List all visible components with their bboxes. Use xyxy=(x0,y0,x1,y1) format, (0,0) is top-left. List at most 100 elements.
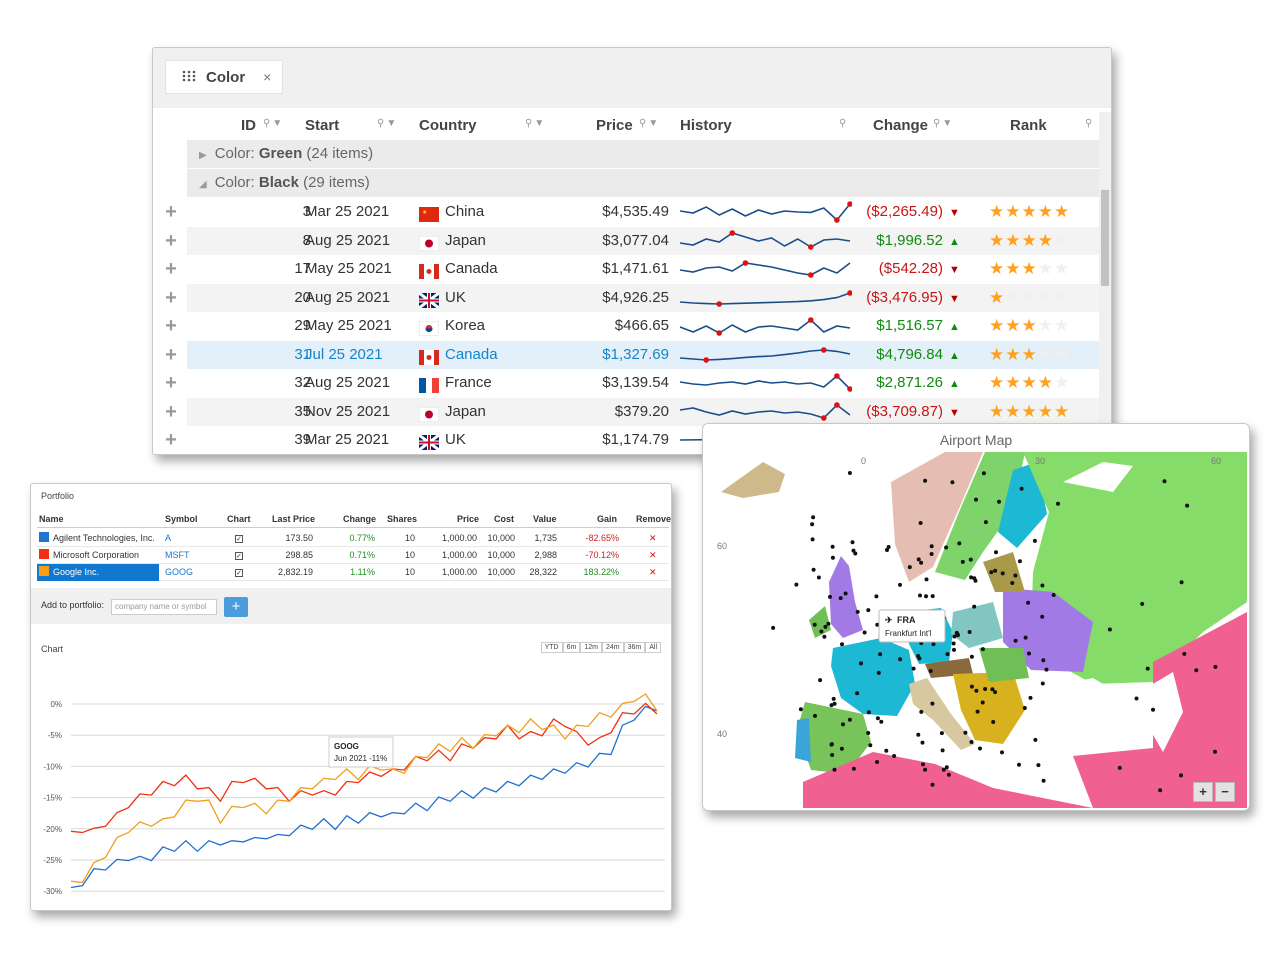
airport-dot[interactable] xyxy=(945,652,950,657)
airport-dot[interactable] xyxy=(916,732,921,737)
header-shares[interactable]: Shares xyxy=(387,514,417,524)
airport-dot[interactable] xyxy=(1040,614,1045,619)
airport-dot[interactable] xyxy=(1017,762,1021,767)
airport-dot[interactable] xyxy=(1213,749,1217,754)
pin-icon[interactable]: ⚲ xyxy=(1085,118,1094,129)
column-header-id[interactable]: ID xyxy=(241,112,256,140)
airport-dot[interactable] xyxy=(840,642,844,647)
airport-dot[interactable] xyxy=(994,550,998,555)
airport-dot[interactable] xyxy=(1182,651,1187,656)
airport-dot[interactable] xyxy=(1013,638,1018,643)
group-row-black[interactable]: ◢ Color: Black (29 items) xyxy=(187,169,1101,197)
airport-dot[interactable] xyxy=(983,520,988,525)
airport-dot[interactable] xyxy=(898,657,903,662)
airport-dot[interactable] xyxy=(989,570,994,575)
airport-dot[interactable] xyxy=(960,559,965,564)
period-12m[interactable]: 12m xyxy=(580,642,602,653)
pin-filter-icon[interactable]: ⚲▼ xyxy=(525,118,546,129)
column-header-history[interactable]: History xyxy=(680,112,732,140)
airport-dot[interactable] xyxy=(1185,503,1190,508)
airport-dot[interactable] xyxy=(969,740,974,744)
airport-dot[interactable] xyxy=(993,568,998,573)
airport-dot[interactable] xyxy=(1000,571,1005,576)
airport-dot[interactable] xyxy=(818,678,823,683)
airport-dot[interactable] xyxy=(1194,668,1199,673)
cell-name[interactable]: Microsoft Corporation xyxy=(37,547,159,564)
pin-icon[interactable]: ⚲ xyxy=(839,118,848,129)
airport-dot[interactable] xyxy=(991,720,996,724)
airport-dot[interactable] xyxy=(916,654,921,658)
rank-stars[interactable]: ★★★★★ xyxy=(989,369,1070,397)
airport-dot[interactable] xyxy=(983,687,988,691)
airport-dot[interactable] xyxy=(859,661,863,666)
airport-dot[interactable] xyxy=(798,707,803,712)
airport-dot[interactable] xyxy=(1027,651,1031,656)
airport-dot[interactable] xyxy=(928,669,933,673)
airport-dot[interactable] xyxy=(829,742,834,747)
scrollbar-thumb[interactable] xyxy=(1101,190,1109,286)
airport-dot[interactable] xyxy=(1179,580,1184,585)
airport-dot[interactable] xyxy=(1036,763,1041,768)
add-button[interactable]: + xyxy=(224,597,248,617)
airport-dot[interactable] xyxy=(876,670,881,675)
airport-dot[interactable] xyxy=(1041,658,1046,663)
airport-dot[interactable] xyxy=(855,691,860,696)
rank-stars[interactable]: ★★★★★ xyxy=(989,227,1070,255)
expand-arrow-icon[interactable]: ▶ xyxy=(199,150,207,161)
airport-dot[interactable] xyxy=(810,537,815,542)
airport-dot[interactable] xyxy=(1032,538,1037,543)
period-ytd[interactable]: YTD xyxy=(540,642,563,653)
airport-dot[interactable] xyxy=(885,548,889,552)
rank-stars[interactable]: ★★★★★ xyxy=(989,398,1070,426)
airport-dot[interactable] xyxy=(862,630,867,635)
airport-dot[interactable] xyxy=(963,730,968,735)
airport-dot[interactable] xyxy=(1162,479,1167,484)
expand-row-icon[interactable]: + xyxy=(161,284,181,312)
period-6m[interactable]: 6m xyxy=(562,642,581,653)
close-icon[interactable]: × xyxy=(263,69,271,85)
vertical-scrollbar[interactable] xyxy=(1099,112,1111,454)
expand-row-icon[interactable]: + xyxy=(161,312,181,340)
airport-dot[interactable] xyxy=(1013,573,1018,578)
zoom-in-button[interactable]: + xyxy=(1193,782,1213,802)
airport-dot[interactable] xyxy=(830,555,835,560)
airport-dot[interactable] xyxy=(855,609,860,614)
chart-checkbox[interactable]: ✓ xyxy=(235,564,243,581)
airport-dot[interactable] xyxy=(1010,581,1015,585)
airport-dot[interactable] xyxy=(923,478,928,483)
airport-dot[interactable] xyxy=(879,719,884,724)
table-row[interactable]: +3 Mar 25 2021 ★ China $4,535.49 ($2,265.49) ▼… xyxy=(153,198,1103,227)
header-gain[interactable]: Gain xyxy=(597,514,617,524)
table-row[interactable]: +31 Jul 25 2021 Canada $1,327.69 $4,796.84 ▲ ★… xyxy=(153,340,1103,369)
airport-dot[interactable] xyxy=(898,582,902,587)
airport-dot[interactable] xyxy=(924,594,928,599)
rank-stars[interactable]: ★★★★★ xyxy=(989,341,1070,369)
header-cost[interactable]: Cost xyxy=(494,514,514,524)
pin-filter-icon[interactable]: ⚲▼ xyxy=(933,118,954,129)
airport-dot[interactable] xyxy=(847,471,852,475)
airport-dot[interactable] xyxy=(875,716,880,721)
chart-checkbox[interactable]: ✓ xyxy=(235,547,243,564)
airport-dot[interactable] xyxy=(1134,696,1139,701)
table-row[interactable]: +8 Aug 25 2021 Japan $3,077.04 $1,996.52 ▲ ★★★… xyxy=(153,226,1103,255)
airport-dot[interactable] xyxy=(969,575,974,580)
airport-dot[interactable] xyxy=(950,480,955,485)
airport-dot[interactable] xyxy=(951,641,956,646)
column-header-start[interactable]: Start xyxy=(305,112,339,140)
airport-dot[interactable] xyxy=(1151,707,1155,712)
airport-dot[interactable] xyxy=(931,642,936,647)
airport-dot[interactable] xyxy=(978,746,982,751)
airport-dot[interactable] xyxy=(866,710,871,715)
airport-dot[interactable] xyxy=(919,560,924,565)
airport-dot[interactable] xyxy=(819,629,824,634)
table-row[interactable]: +20 Aug 25 2021 UK $4,926.25 ($3,476.95) ▼ ★★★… xyxy=(153,283,1103,312)
airport-dot[interactable] xyxy=(1145,666,1150,671)
airport-dot[interactable] xyxy=(980,700,985,705)
airport-dot[interactable] xyxy=(838,596,843,601)
group-row-green[interactable]: ▶ Color: Green (24 items) xyxy=(187,140,1101,168)
header-chart[interactable]: Chart xyxy=(227,514,251,524)
airport-dot[interactable] xyxy=(831,696,836,701)
cell-price[interactable]: 1,000.00 xyxy=(437,530,477,547)
airport-dot[interactable] xyxy=(969,684,974,689)
airport-dot[interactable] xyxy=(830,753,835,757)
